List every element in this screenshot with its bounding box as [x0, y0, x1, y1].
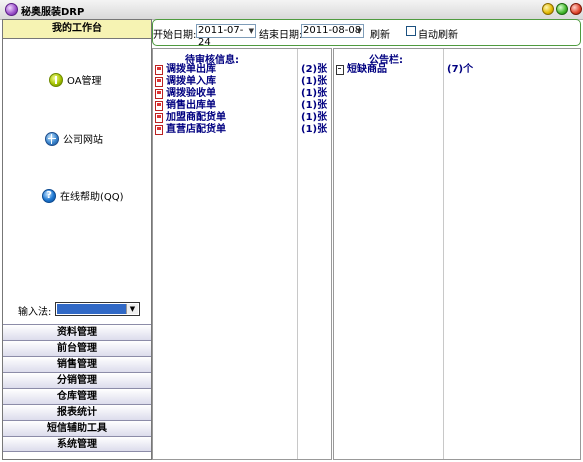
sidebar-link-website[interactable]: 公司网站	[45, 131, 103, 146]
sidebar-link-oa[interactable]: OA管理	[49, 72, 102, 87]
start-date-picker[interactable]: 2011-07-24 ▼	[196, 24, 256, 48]
document-icon	[155, 113, 163, 123]
notice-list: 短缺商品 (7)个	[334, 64, 580, 76]
list-item-label: 调拨验收单	[166, 88, 216, 99]
nav-item-warehouse[interactable]: 仓库管理	[3, 388, 151, 404]
list-item[interactable]: 加盟商配货单 (1)张	[153, 112, 331, 124]
date-toolbar: 开始日期: 2011-07-24 ▼ 结束日期: 2011-08-08 ▼ 刷新…	[152, 19, 581, 48]
sidebar-link-label: OA管理	[67, 76, 102, 87]
start-date-value: 2011-07-24	[198, 25, 244, 48]
list-item[interactable]: 调拨单出库 (2)张	[153, 64, 331, 76]
list-item[interactable]: 销售出库单 (1)张	[153, 100, 331, 112]
list-item[interactable]: 调拨验收单 (1)张	[153, 88, 331, 100]
list-item-count: (7)个	[447, 64, 474, 75]
list-item-label: 加盟商配货单	[166, 112, 226, 123]
window-title: 秘奥服装DRP	[21, 7, 85, 18]
list-item-label: 销售出库单	[166, 100, 216, 111]
workbench-header: 我的工作台	[3, 20, 151, 39]
list-item-label: 调拨单出库	[166, 64, 216, 75]
document-icon	[155, 89, 163, 99]
title-bar: 秘奥服装DRP	[0, 0, 583, 20]
auto-refresh-checkbox[interactable]	[406, 26, 416, 36]
list-item[interactable]: 短缺商品 (7)个	[334, 64, 580, 76]
list-item-count: (1)张	[301, 88, 328, 99]
column-divider	[443, 49, 444, 459]
nav-item-sales[interactable]: 销售管理	[3, 356, 151, 372]
nav-item-system[interactable]: 系统管理	[3, 436, 151, 452]
sidebar: 我的工作台 OA管理 公司网站 ? 在线帮助(QQ) 输入法: ▼ 资料管理 前…	[2, 19, 152, 460]
pending-panel: 待审核信息: 调拨单出库 (2)张 调拨单入库 (1)张 调拨验收单 (1)张 …	[152, 48, 332, 460]
notice-panel: 公告栏: 短缺商品 (7)个	[333, 48, 581, 460]
refresh-button[interactable]: 刷新	[370, 26, 390, 41]
list-item-label: 短缺商品	[347, 64, 387, 75]
ime-select[interactable]: ▼	[55, 302, 140, 316]
document-icon	[155, 77, 163, 87]
ime-selected-value	[57, 304, 126, 314]
app-logo-icon	[5, 3, 18, 16]
oa-icon	[49, 72, 63, 87]
document-icon	[336, 65, 344, 75]
nav-menu: 资料管理 前台管理 销售管理 分销管理 仓库管理 报表统计 短信辅助工具 系统管…	[3, 324, 151, 452]
list-item-count: (1)张	[301, 124, 328, 135]
nav-item-sms-tools[interactable]: 短信辅助工具	[3, 420, 151, 436]
chevron-down-icon[interactable]: ▼	[357, 25, 362, 37]
list-item-count: (2)张	[301, 64, 328, 75]
document-icon	[155, 125, 163, 135]
start-date-label: 开始日期:	[153, 30, 197, 41]
sidebar-link-label: 公司网站	[63, 135, 103, 146]
globe-icon	[45, 131, 59, 146]
pending-list: 调拨单出库 (2)张 调拨单入库 (1)张 调拨验收单 (1)张 销售出库单 (…	[153, 64, 331, 136]
nav-item-frontdesk[interactable]: 前台管理	[3, 340, 151, 356]
list-item[interactable]: 调拨单入库 (1)张	[153, 76, 331, 88]
document-icon	[155, 65, 163, 75]
nav-item-distribution[interactable]: 分销管理	[3, 372, 151, 388]
list-item-count: (1)张	[301, 100, 328, 111]
list-item[interactable]: 直营店配货单 (1)张	[153, 124, 331, 136]
ime-label: 输入法:	[18, 307, 52, 318]
close-button[interactable]	[570, 3, 582, 15]
list-item-label: 调拨单入库	[166, 76, 216, 87]
list-item-count: (1)张	[301, 76, 328, 87]
document-icon	[155, 101, 163, 111]
chevron-down-icon[interactable]: ▼	[249, 25, 254, 37]
minimize-button[interactable]	[542, 3, 554, 15]
end-date-label: 结束日期:	[259, 30, 303, 41]
list-item-count: (1)张	[301, 112, 328, 123]
end-date-value: 2011-08-08	[303, 25, 362, 36]
nav-item-data[interactable]: 资料管理	[3, 324, 151, 340]
help-icon: ?	[42, 188, 56, 203]
auto-refresh-label: 自动刷新	[418, 30, 458, 41]
chevron-down-icon[interactable]: ▼	[126, 304, 138, 314]
list-item-label: 直营店配货单	[166, 124, 226, 135]
maximize-button[interactable]	[556, 3, 568, 15]
sidebar-link-help[interactable]: ? 在线帮助(QQ)	[42, 188, 124, 203]
end-date-picker[interactable]: 2011-08-08 ▼	[301, 24, 364, 38]
nav-item-reports[interactable]: 报表统计	[3, 404, 151, 420]
sidebar-link-label: 在线帮助(QQ)	[60, 192, 124, 203]
